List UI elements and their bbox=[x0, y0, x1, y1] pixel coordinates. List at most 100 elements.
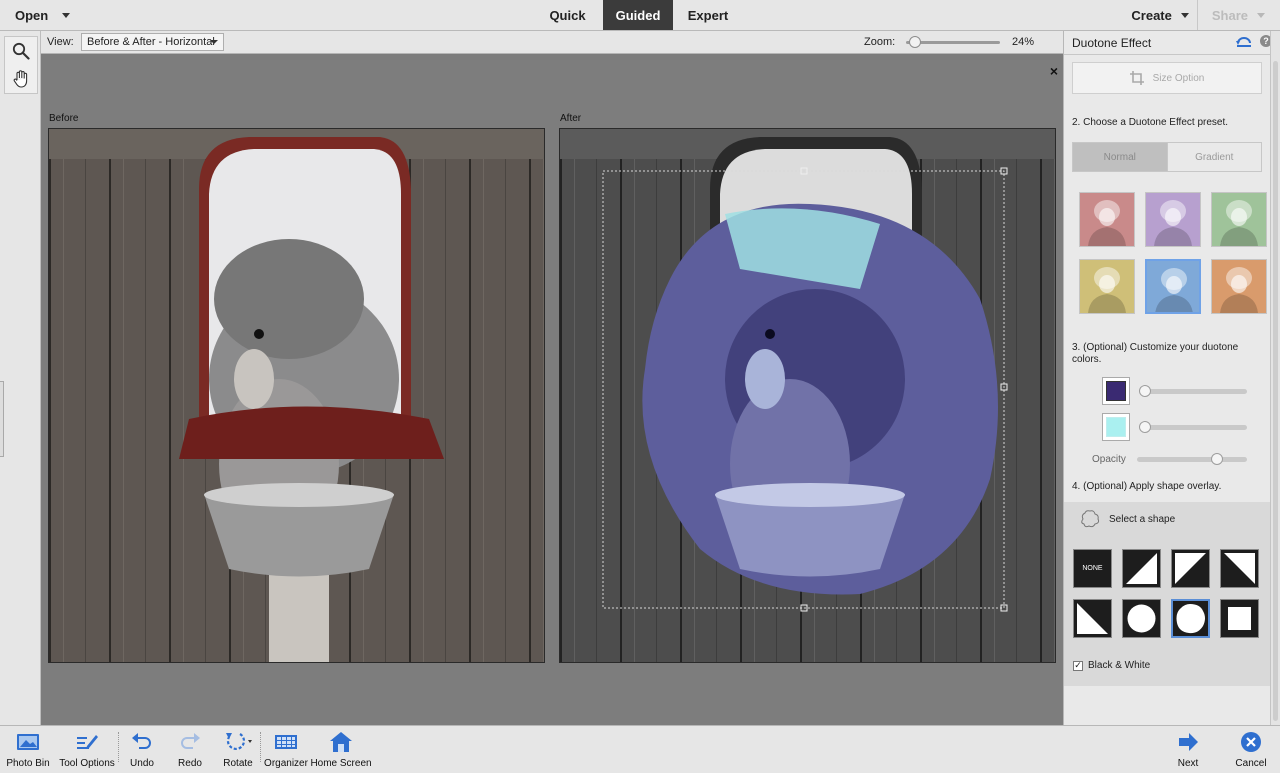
zoom-value: 24% bbox=[1012, 36, 1035, 48]
triangle-icon bbox=[1224, 553, 1255, 584]
shape-triangle-top-left[interactable] bbox=[1171, 549, 1210, 588]
panel-scrollbar[interactable] bbox=[1270, 31, 1280, 725]
hand-icon bbox=[13, 70, 28, 88]
photo-bin-button[interactable]: Photo Bin bbox=[5, 726, 51, 773]
segment-gradient[interactable]: Gradient bbox=[1168, 143, 1262, 171]
after-image bbox=[559, 128, 1056, 663]
close-circle-icon bbox=[1241, 732, 1261, 752]
photo-bin-label: Photo Bin bbox=[6, 758, 50, 769]
portrait-thumbnail-icon bbox=[1154, 200, 1192, 246]
zoom-slider-thumb[interactable] bbox=[909, 36, 922, 48]
color2-slider[interactable] bbox=[1139, 421, 1247, 433]
preset-lilac[interactable] bbox=[1145, 192, 1201, 247]
shape-triangle-top-right[interactable] bbox=[1220, 549, 1259, 588]
close-icon[interactable]: × bbox=[1050, 63, 1058, 79]
redo-icon bbox=[181, 733, 200, 749]
home-screen-label: Home Screen bbox=[310, 758, 372, 769]
puzzle-shape-icon bbox=[1081, 510, 1100, 528]
cancel-label: Cancel bbox=[1235, 758, 1267, 769]
opacity-slider-thumb[interactable] bbox=[1211, 453, 1224, 465]
brush-blob-icon bbox=[1176, 604, 1205, 634]
tab-quick[interactable]: Quick bbox=[532, 0, 603, 30]
preset-orange[interactable] bbox=[1211, 259, 1267, 314]
open-label: Open bbox=[15, 7, 49, 23]
scrollbar-thumb[interactable] bbox=[1273, 61, 1278, 721]
black-white-checkbox[interactable]: ✓ bbox=[1073, 660, 1083, 671]
shape-none-label: NONE bbox=[1082, 565, 1103, 572]
zoom-label: Zoom: bbox=[864, 36, 896, 48]
undo-button[interactable]: Undo bbox=[124, 726, 160, 773]
canvas-area: × Before After bbox=[41, 55, 1063, 725]
select-shape-button[interactable]: Select a shape bbox=[1080, 510, 1175, 528]
cancel-button[interactable]: Cancel bbox=[1232, 726, 1270, 773]
rotate-label: Rotate bbox=[223, 758, 253, 769]
preset-blue[interactable] bbox=[1145, 259, 1201, 314]
color2-fill bbox=[1106, 417, 1126, 437]
tool-options-button[interactable]: Tool Options bbox=[56, 726, 118, 773]
crop-icon bbox=[1129, 71, 1144, 85]
organizer-button[interactable]: Organizer bbox=[262, 726, 310, 773]
view-options-bar: View: Before & After - Horizontal Zoom: … bbox=[41, 31, 1063, 54]
create-menu[interactable]: Create bbox=[1131, 8, 1196, 23]
circle-icon bbox=[1127, 604, 1156, 633]
preset-rose[interactable] bbox=[1079, 192, 1135, 247]
tool-options-icon bbox=[77, 735, 98, 749]
view-label: View: bbox=[47, 36, 74, 48]
chevron-down-icon bbox=[62, 12, 71, 18]
panel-title: Duotone Effect bbox=[1072, 36, 1152, 50]
zoom-slider[interactable] bbox=[906, 36, 1000, 48]
rotate-button[interactable]: Rotate bbox=[219, 726, 257, 773]
shape-circle[interactable] bbox=[1122, 599, 1161, 638]
open-menu[interactable]: Open bbox=[0, 0, 85, 30]
undo-icon bbox=[132, 733, 151, 749]
opacity-slider[interactable] bbox=[1137, 453, 1247, 465]
zoom-tool-button[interactable] bbox=[5, 37, 37, 65]
divider bbox=[118, 732, 119, 762]
reset-icon[interactable] bbox=[1236, 35, 1252, 52]
next-label: Next bbox=[1177, 758, 1199, 769]
color1-fill bbox=[1106, 381, 1126, 401]
portrait-thumbnail-icon bbox=[1220, 200, 1258, 246]
hand-tool-button[interactable] bbox=[5, 65, 37, 93]
divider bbox=[260, 732, 261, 762]
size-option-button[interactable]: Size Option bbox=[1072, 62, 1262, 94]
before-label: Before bbox=[49, 113, 79, 124]
rotate-icon bbox=[226, 733, 252, 751]
redo-button[interactable]: Redo bbox=[172, 726, 208, 773]
color2-slider-thumb[interactable] bbox=[1139, 421, 1151, 433]
color1-slider-thumb[interactable] bbox=[1139, 385, 1151, 397]
tab-guided[interactable]: Guided bbox=[603, 0, 673, 30]
select-shape-label: Select a shape bbox=[1109, 513, 1176, 525]
divider bbox=[1064, 54, 1271, 55]
shape-triangle-bottom-right[interactable] bbox=[1122, 549, 1161, 588]
view-dropdown[interactable]: Before & After - Horizontal bbox=[81, 33, 224, 51]
shape-grid: NONE bbox=[1073, 549, 1259, 638]
chevron-down-icon bbox=[1180, 12, 1189, 18]
color1-slider[interactable] bbox=[1139, 385, 1247, 397]
organizer-label: Organizer bbox=[264, 758, 308, 769]
shape-triangle-bottom-left[interactable] bbox=[1073, 599, 1112, 638]
undo-label: Undo bbox=[130, 758, 154, 769]
step4-heading: 4. (Optional) Apply shape overlay. bbox=[1072, 481, 1222, 492]
color1-swatch[interactable] bbox=[1102, 377, 1130, 405]
black-white-option[interactable]: ✓ Black & White bbox=[1073, 660, 1150, 671]
color2-swatch[interactable] bbox=[1102, 413, 1130, 441]
share-menu[interactable]: Share bbox=[1196, 0, 1280, 30]
shape-brush-blob[interactable] bbox=[1171, 599, 1210, 638]
next-button[interactable]: Next bbox=[1172, 726, 1204, 773]
tool-options-label: Tool Options bbox=[59, 758, 115, 769]
shape-none[interactable]: NONE bbox=[1073, 549, 1112, 588]
segment-normal[interactable]: Normal bbox=[1073, 143, 1168, 171]
redo-label: Redo bbox=[178, 758, 202, 769]
shape-square[interactable] bbox=[1220, 599, 1259, 638]
top-menu-bar: Open Quick Guided Expert Create Share bbox=[0, 0, 1280, 31]
panel-collapse-handle[interactable] bbox=[0, 381, 4, 457]
view-dropdown-value: Before & After - Horizontal bbox=[87, 36, 215, 48]
step2-heading: 2. Choose a Duotone Effect preset. bbox=[1072, 117, 1229, 128]
tab-expert[interactable]: Expert bbox=[673, 0, 743, 30]
home-screen-button[interactable]: Home Screen bbox=[310, 726, 372, 773]
magnifier-icon bbox=[12, 42, 30, 60]
preset-green[interactable] bbox=[1211, 192, 1267, 247]
color2-row bbox=[1102, 413, 1247, 441]
preset-yellow[interactable] bbox=[1079, 259, 1135, 314]
